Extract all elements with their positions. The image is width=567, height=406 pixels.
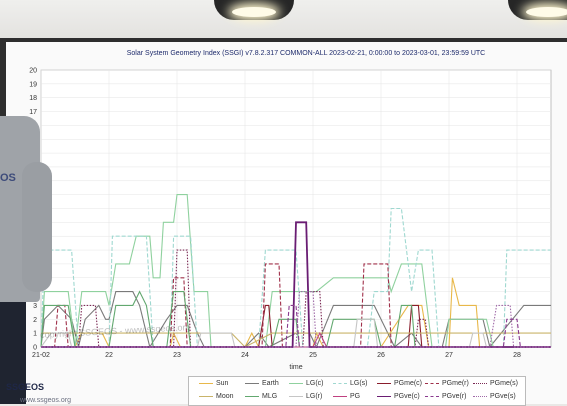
presenter-arm	[22, 162, 52, 292]
legend-item: Earth	[245, 380, 279, 391]
legend-label: MLG	[262, 393, 278, 400]
y-tick-label: 18	[29, 95, 37, 102]
legend-swatch	[425, 382, 439, 384]
x-tick-label: 25	[309, 352, 317, 359]
legend-swatch	[425, 395, 439, 397]
legend-label: PGme(c)	[394, 380, 422, 387]
legend-item: PGve(s)	[473, 393, 516, 404]
legend-item: LG(s)	[333, 380, 368, 391]
legend-label: Sun	[216, 380, 229, 387]
chart-screen: Solar System Geometry Index (SSGI) v7.8.…	[6, 42, 567, 406]
y-tick-label: 19	[29, 81, 37, 88]
legend-swatch	[289, 382, 303, 384]
legend-item: MLG	[245, 393, 277, 404]
legend-label: PGve(s)	[490, 393, 516, 400]
presenter: OS	[0, 116, 54, 404]
legend-swatch	[245, 382, 259, 384]
legend-item: PGme(c)	[377, 380, 422, 391]
legend-label: LG(c)	[306, 380, 324, 387]
legend-swatch	[289, 395, 303, 397]
legend-label: PGme(s)	[490, 380, 518, 387]
legend-label: Earth	[262, 380, 279, 387]
legend-item: LG(r)	[289, 393, 322, 404]
y-tick-label: 17	[29, 109, 37, 116]
legend-item: Sun	[199, 380, 228, 391]
legend-swatch	[199, 382, 213, 384]
legend-label: PGme(r)	[442, 380, 469, 387]
legend-item: Moon	[199, 393, 234, 404]
ceiling-lamp-left	[214, 0, 294, 20]
legend-item: PGme(r)	[425, 380, 469, 391]
x-tick-label: 26	[377, 352, 385, 359]
legend-swatch	[473, 382, 487, 384]
brand-subtitle: www.ssgeos.org	[20, 397, 71, 404]
legend-swatch	[333, 395, 347, 397]
legend-label: Moon	[216, 393, 234, 400]
legend-item: LG(c)	[289, 380, 324, 391]
legend-label: LG(r)	[306, 393, 323, 400]
shirt-print: OS	[0, 172, 16, 184]
brand-label: SSGEOS	[6, 382, 45, 392]
x-tick-label: 23	[173, 352, 181, 359]
x-tick-label: 24	[241, 352, 249, 359]
legend-label: PGve(c)	[394, 393, 420, 400]
legend-label: LG(s)	[350, 380, 368, 387]
y-tick-label: 20	[29, 68, 37, 75]
chart-legend: Sun Earth LG(c) LG(s) PGme(c) PGme(r) PGme(s) M…	[188, 376, 526, 406]
legend-swatch	[377, 382, 391, 384]
ssgi-chart: 0123456789101112131415161718192021-02222…	[29, 68, 552, 371]
x-tick-label: 27	[445, 352, 453, 359]
legend-item: PG	[333, 393, 360, 404]
legend-label: PGve(r)	[442, 393, 467, 400]
x-axis-label: time	[289, 364, 302, 371]
legend-swatch	[333, 382, 347, 384]
legend-swatch	[245, 395, 259, 397]
legend-label: PG	[350, 393, 361, 400]
legend-swatch	[377, 395, 391, 397]
legend-item: PGve(r)	[425, 393, 467, 404]
x-tick-label: 22	[105, 352, 113, 359]
legend-swatch	[473, 395, 487, 397]
legend-swatch	[199, 395, 213, 397]
ceiling-lamp-right	[508, 0, 567, 20]
legend-item: PGme(s)	[473, 380, 518, 391]
legend-item: PGve(c)	[377, 393, 420, 404]
x-tick-label: 28	[513, 352, 521, 359]
